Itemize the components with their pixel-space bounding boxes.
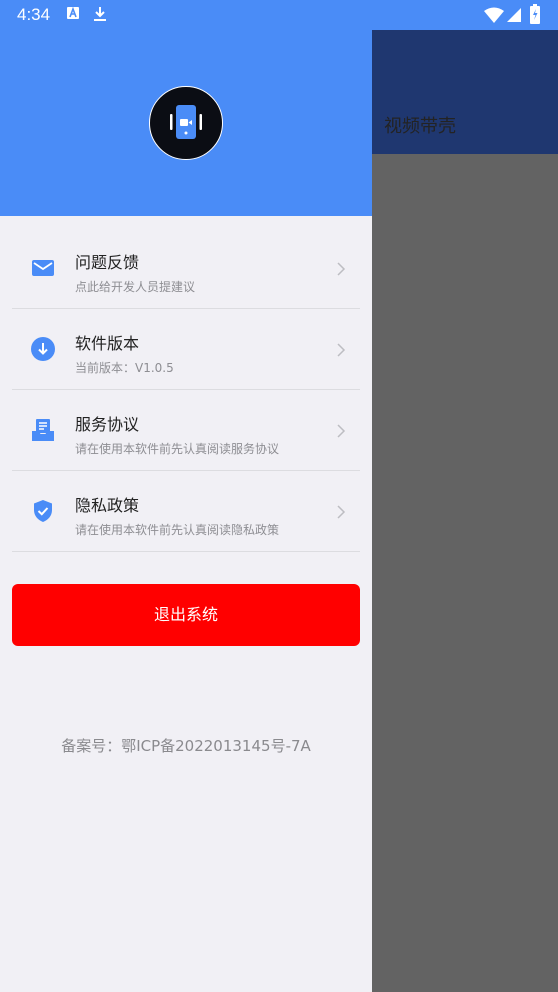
menu-item-feedback[interactable]: 问题反馈 点此给开发人员提建议 (12, 228, 360, 309)
chevron-right-icon (337, 343, 346, 357)
download-icon (94, 7, 106, 21)
menu-item-subtitle: 当前版本：V1.0.5 (75, 361, 174, 375)
menu-item-title: 问题反馈 (75, 253, 140, 272)
navigation-drawer: 问题反馈 点此给开发人员提建议 软件版本 当前版本：V1.0.5 服务协议 请在… (0, 0, 372, 992)
wifi-icon (484, 7, 504, 23)
shield-check-icon (34, 500, 52, 522)
status-time: 4:34 (17, 5, 51, 24)
menu-item-subtitle: 请在使用本软件前先认真阅读隐私政策 (75, 523, 280, 537)
download-circle-icon (31, 337, 55, 361)
document-tray-icon (32, 419, 54, 441)
signal-icon (507, 8, 521, 22)
chevron-right-icon (337, 424, 346, 438)
chevron-right-icon (337, 505, 346, 519)
menu-list: 问题反馈 点此给开发人员提建议 软件版本 当前版本：V1.0.5 服务协议 请在… (0, 228, 372, 552)
mail-icon (32, 260, 54, 276)
a-notification-icon (67, 6, 79, 19)
video-phone-icon (170, 105, 202, 139)
menu-item-service-agreement[interactable]: 服务协议 请在使用本软件前先认真阅读服务协议 (12, 390, 360, 471)
menu-item-title: 隐私政策 (75, 496, 140, 515)
icp-record-text: 备案号：鄂ICP备2022013145号-7A (61, 737, 311, 755)
menu-item-title: 软件版本 (75, 334, 140, 353)
status-bar: 4:34 (0, 0, 558, 30)
drawer-header (0, 0, 372, 216)
menu-item-version[interactable]: 软件版本 当前版本：V1.0.5 (12, 309, 360, 390)
menu-item-subtitle: 点此给开发人员提建议 (75, 280, 196, 294)
logout-button[interactable]: 退出系统 (12, 584, 360, 646)
menu-item-privacy-policy[interactable]: 隐私政策 请在使用本软件前先认真阅读隐私政策 (12, 471, 360, 552)
chevron-right-icon (337, 262, 346, 276)
battery-icon (530, 4, 540, 24)
app-logo (149, 86, 223, 160)
menu-item-title: 服务协议 (75, 415, 140, 434)
background-page-title: 视频带壳 (384, 116, 456, 137)
menu-item-subtitle: 请在使用本软件前先认真阅读服务协议 (75, 442, 280, 456)
